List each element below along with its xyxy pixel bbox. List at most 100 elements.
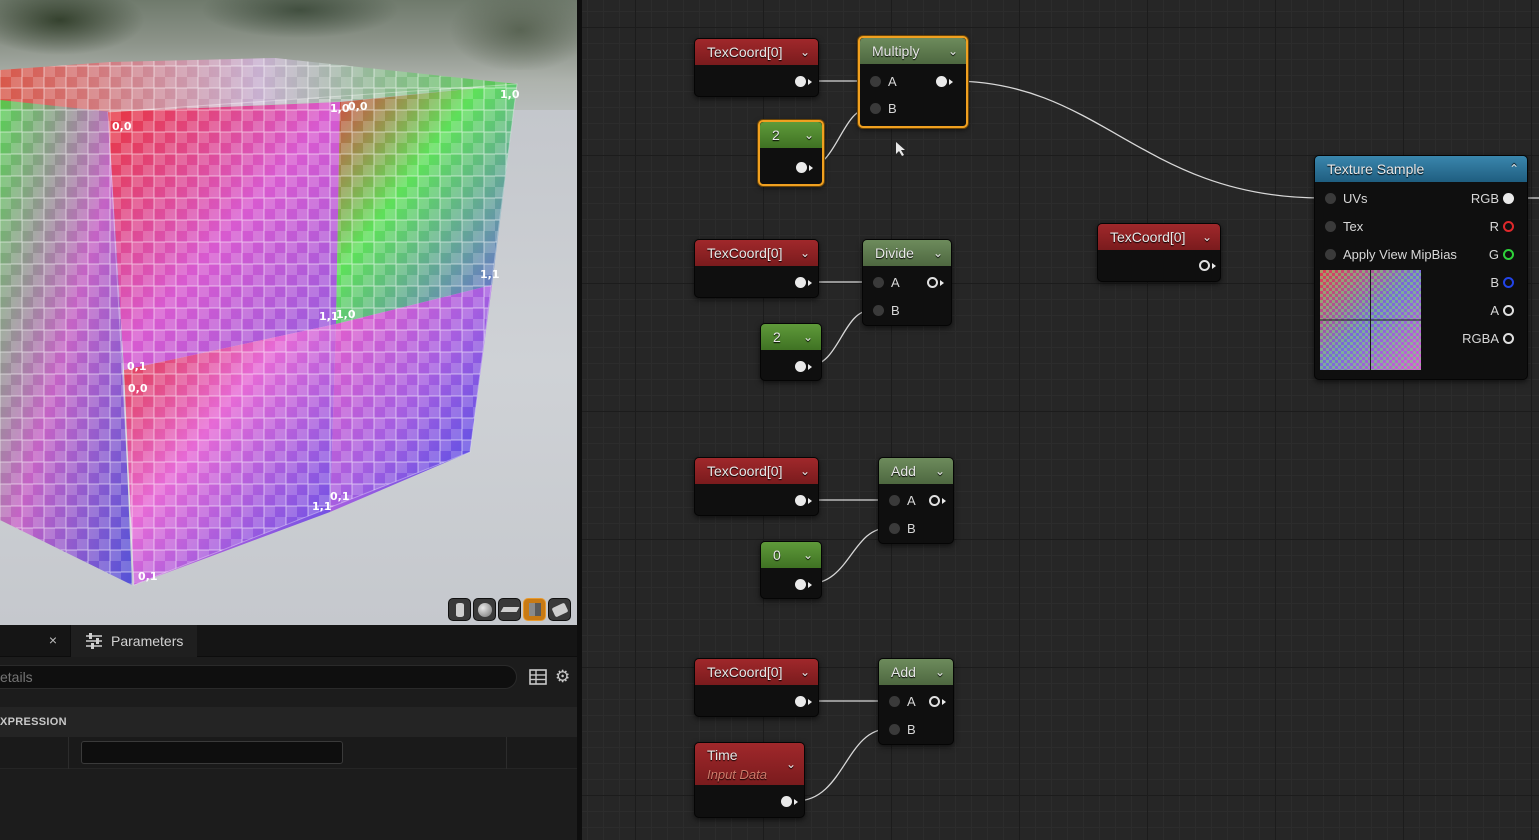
node-header: Time Input Data ⌄ (695, 743, 804, 785)
tab-parameters[interactable]: Parameters (70, 625, 198, 657)
output-pin-rgba[interactable] (1503, 333, 1514, 344)
pin-label: RGB (1470, 191, 1499, 206)
output-pin[interactable] (936, 76, 947, 87)
input-pin-tex[interactable] (1325, 221, 1336, 232)
node-header: TexCoord[0] ⌄ (695, 659, 818, 685)
input-pin-a[interactable] (889, 696, 900, 707)
input-pin-b[interactable] (889, 724, 900, 735)
add-node[interactable]: Add ⌄ A B (878, 457, 954, 544)
chevron-down-icon[interactable]: ⌄ (786, 752, 796, 776)
time-node[interactable]: Time Input Data ⌄ (694, 742, 805, 818)
pin-label: Tex (1343, 219, 1364, 234)
material-editor: 0,0 1,0 0,0 1,0 0,1 1,1 0,0 1,1 0,1 1,0 … (0, 0, 1539, 840)
node-title: TexCoord[0] (707, 463, 783, 479)
sphere-icon[interactable] (473, 598, 496, 621)
constant-node[interactable]: 0 ⌄ (760, 541, 822, 599)
chevron-up-icon[interactable]: ⌄ (1509, 155, 1519, 181)
output-pin[interactable] (795, 76, 806, 87)
node-title: 2 (772, 127, 780, 143)
multiply-node[interactable]: Multiply ⌄ A B (858, 36, 968, 128)
details-search[interactable] (0, 665, 517, 689)
pin-arrow-icon (808, 582, 812, 588)
texture-sample-node[interactable]: Texture Sample ⌄ UVs Tex Apply View MipB… (1314, 155, 1528, 380)
custom-mesh-icon[interactable] (548, 598, 571, 621)
preview-viewport[interactable]: 0,0 1,0 0,0 1,0 0,1 1,1 0,0 1,1 0,1 1,0 … (0, 0, 577, 625)
pin-label: B (1490, 275, 1499, 290)
texcoord-node[interactable]: TexCoord[0] ⌄ (694, 239, 819, 298)
chevron-down-icon[interactable]: ⌄ (803, 542, 813, 568)
chevron-down-icon[interactable]: ⌄ (800, 659, 810, 685)
chevron-down-icon[interactable]: ⌄ (1202, 224, 1212, 250)
chevron-down-icon[interactable]: ⌄ (933, 240, 943, 266)
texcoord-node[interactable]: TexCoord[0] ⌄ (694, 457, 819, 516)
pin-arrow-icon (942, 498, 946, 504)
chevron-down-icon[interactable]: ⌄ (935, 458, 945, 484)
output-pin-r[interactable] (1503, 221, 1514, 232)
output-pin[interactable] (781, 796, 792, 807)
texcoord-node[interactable]: TexCoord[0] ⌄ (694, 658, 819, 717)
pin-label: A (891, 275, 900, 290)
texcoord-node[interactable]: TexCoord[0] ⌄ (694, 38, 819, 97)
output-pin[interactable] (795, 579, 806, 590)
details-panel: × Parameters ⚙ XPRESSION (0, 625, 577, 840)
texcoord-node[interactable]: TexCoord[0] ⌄ (1097, 223, 1221, 282)
output-pin[interactable] (795, 495, 806, 506)
node-title: Multiply (872, 43, 920, 59)
plane-icon[interactable] (498, 598, 521, 621)
pin-arrow-icon (942, 699, 946, 705)
chevron-down-icon[interactable]: ⌄ (800, 240, 810, 266)
output-pin[interactable] (795, 696, 806, 707)
output-pin[interactable] (796, 162, 807, 173)
output-pin[interactable] (795, 277, 806, 288)
chevron-down-icon[interactable]: ⌄ (948, 38, 958, 64)
output-pin-b[interactable] (1503, 277, 1514, 288)
input-pin-mipbias[interactable] (1325, 249, 1336, 260)
chevron-down-icon[interactable]: ⌄ (935, 659, 945, 685)
cylinder-icon[interactable] (448, 598, 471, 621)
chevron-down-icon[interactable]: ⌄ (803, 324, 813, 350)
uv-label: 0,1 (330, 490, 350, 503)
input-pin-b[interactable] (889, 523, 900, 534)
output-pin[interactable] (927, 277, 938, 288)
output-pin[interactable] (1199, 260, 1210, 271)
gear-icon[interactable]: ⚙ (555, 668, 573, 686)
output-pin-g[interactable] (1503, 249, 1514, 260)
output-pin[interactable] (929, 495, 940, 506)
pin-label: B (891, 303, 900, 318)
output-pin-rgb[interactable] (1503, 193, 1514, 204)
pin-label: A (907, 493, 916, 508)
input-pin-a[interactable] (873, 277, 884, 288)
texture-preview-thumbnail (1320, 270, 1421, 370)
input-pin-uvs[interactable] (1325, 193, 1336, 204)
node-title: TexCoord[0] (707, 664, 783, 680)
pin-arrow-icon (949, 79, 953, 85)
chevron-down-icon[interactable]: ⌄ (800, 458, 810, 484)
pin-label: Apply View MipBias (1343, 247, 1457, 262)
node-header: 2 ⌄ (760, 122, 822, 148)
output-pin[interactable] (929, 696, 940, 707)
constant-node[interactable]: 2 ⌄ (758, 120, 824, 186)
table-view-icon[interactable] (529, 669, 547, 685)
node-header: TexCoord[0] ⌄ (1098, 224, 1220, 250)
input-pin-a[interactable] (870, 76, 881, 87)
node-header: TexCoord[0] ⌄ (695, 39, 818, 65)
constant-node[interactable]: 2 ⌄ (760, 323, 822, 381)
property-value-field[interactable] (81, 741, 343, 764)
chevron-down-icon[interactable]: ⌄ (800, 39, 810, 65)
chevron-down-icon[interactable]: ⌄ (804, 122, 814, 148)
output-pin[interactable] (795, 361, 806, 372)
material-graph[interactable]: TexCoord[0] ⌄ Multiply ⌄ A B 2 ⌄ Texture… (582, 0, 1539, 840)
pin-arrow-icon (1212, 263, 1216, 269)
add-node[interactable]: Add ⌄ A B (878, 658, 954, 745)
close-icon[interactable]: × (44, 631, 62, 649)
cube-icon[interactable] (523, 598, 546, 621)
panel-tab-bar: × Parameters (0, 625, 577, 657)
output-pin-a[interactable] (1503, 305, 1514, 316)
section-expression[interactable]: XPRESSION (0, 707, 577, 737)
uv-label: 1,0 (330, 102, 350, 115)
input-pin-a[interactable] (889, 495, 900, 506)
divide-node[interactable]: Divide ⌄ A B (862, 239, 952, 326)
input-pin-b[interactable] (873, 305, 884, 316)
input-pin-b[interactable] (870, 103, 881, 114)
search-input[interactable] (0, 666, 516, 688)
